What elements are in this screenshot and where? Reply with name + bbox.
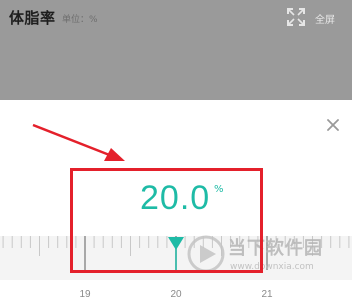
fullscreen-icon: [287, 8, 305, 26]
close-icon[interactable]: [323, 115, 343, 135]
value-unit: %: [214, 184, 224, 195]
watermark: 当下软件园 www.downxia.com: [184, 232, 344, 282]
ruler-label-21: 21: [261, 289, 273, 300]
watermark-logo-icon: [187, 235, 225, 273]
unit-label: 单位：%: [62, 15, 98, 25]
watermark-text: 当下软件园: [228, 238, 323, 259]
fullscreen-label: 全屏: [315, 15, 335, 26]
top-bar: 体脂率 单位：% 全屏: [0, 0, 352, 100]
ruler-label-19: 19: [79, 289, 91, 300]
page-title: 体脂率: [9, 9, 56, 27]
watermark-url: www.downxia.com: [230, 262, 314, 272]
fullscreen-button[interactable]: 全屏: [287, 8, 347, 26]
selected-value: 20.0: [140, 179, 211, 217]
triangle-pointer-icon[interactable]: [166, 236, 186, 276]
ruler-label-20: 20: [170, 289, 182, 300]
